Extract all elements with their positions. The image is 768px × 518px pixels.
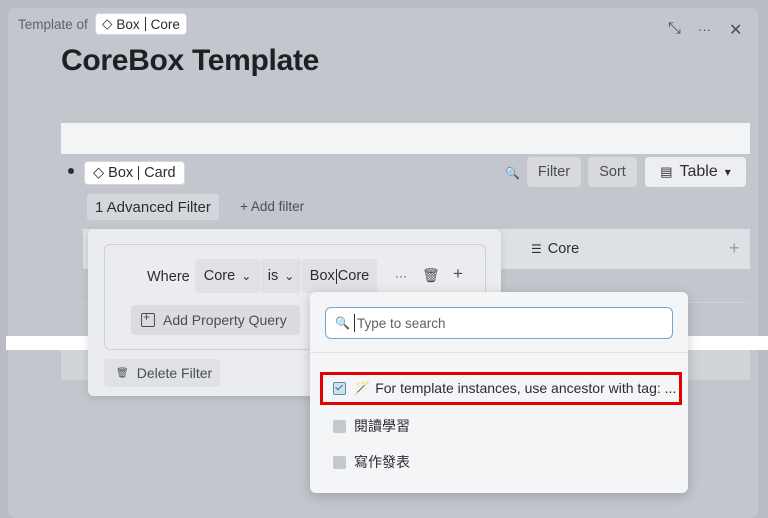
- tag-icon: ◇: [93, 165, 105, 181]
- view-label: Table: [679, 163, 718, 180]
- tag-name-right: Card: [144, 165, 176, 181]
- add-column-icon[interactable]: +: [729, 238, 740, 259]
- column-label: Core: [547, 241, 580, 257]
- view-select-button[interactable]: ▤ Table ▾: [645, 157, 746, 187]
- more-icon[interactable]: ···: [698, 22, 711, 37]
- checkbox[interactable]: [333, 419, 346, 433]
- option-writing-publishing[interactable]: 寫作發表: [333, 452, 410, 472]
- add-filter-button[interactable]: + Add filter: [240, 199, 304, 214]
- dropdown-search[interactable]: 🔍: [325, 307, 673, 339]
- expand-icon[interactable]: ⤡: [668, 20, 681, 38]
- search-icon[interactable]: 🔍: [505, 166, 520, 180]
- delete-filter-label: Delete Filter: [136, 365, 213, 381]
- list-icon: ☰: [531, 242, 542, 256]
- chevron-down-icon: ▾: [724, 165, 731, 179]
- search-input[interactable]: [354, 314, 499, 332]
- add-icon[interactable]: +: [453, 264, 463, 284]
- tag-name-left: Box: [116, 16, 140, 32]
- value-select[interactable]: Box Core: [302, 259, 377, 293]
- chevron-down-icon: ⌄: [241, 269, 252, 283]
- property-label: Core: [203, 268, 236, 284]
- more-icon[interactable]: ···: [395, 269, 407, 283]
- card-tag-chip[interactable]: ◇ Box Card: [84, 161, 185, 185]
- value-right: Core: [337, 268, 370, 284]
- add-property-query-label: Add Property Query: [163, 312, 287, 328]
- tag-name-left: Box: [108, 165, 134, 181]
- delete-filter-button[interactable]: 🗑 Delete Filter: [104, 359, 220, 387]
- filter-button[interactable]: Filter: [527, 157, 581, 187]
- operator-label: is: [267, 268, 279, 284]
- option-reading-learning[interactable]: 閱讀學習: [333, 416, 410, 436]
- sort-button[interactable]: Sort: [588, 157, 637, 187]
- bullet-icon[interactable]: [68, 168, 74, 174]
- chevron-down-icon: ⌄: [284, 269, 295, 283]
- add-box-icon: [141, 310, 155, 327]
- tag-name-right: Core: [150, 16, 180, 32]
- search-icon: 🔍: [335, 316, 350, 330]
- highlight-box: [320, 372, 682, 405]
- option-label: 閱讀學習: [354, 418, 410, 434]
- property-select[interactable]: Core ⌄: [195, 259, 260, 293]
- checkbox[interactable]: [333, 455, 346, 469]
- add-property-query-button[interactable]: Add Property Query: [131, 305, 300, 335]
- trash-icon: 🗑: [116, 367, 129, 379]
- template-of-label: Template of: [18, 17, 88, 32]
- page-title: CoreBox Template: [61, 44, 320, 77]
- option-label: 寫作發表: [354, 454, 410, 470]
- close-icon[interactable]: ✕: [729, 20, 742, 40]
- value-left: Box: [309, 268, 335, 284]
- block-placeholder: [61, 123, 750, 154]
- where-label: Where: [147, 269, 190, 285]
- column-header-core[interactable]: ☰ Core: [531, 241, 579, 257]
- advanced-filter-button[interactable]: 1 Advanced Filter: [87, 194, 219, 220]
- operator-select[interactable]: is ⌄: [261, 259, 301, 293]
- tag-icon: ◇: [102, 16, 113, 31]
- template-tag-chip[interactable]: ◇ Box Core: [95, 13, 187, 35]
- table-icon: ▤: [660, 164, 673, 179]
- trash-icon[interactable]: 🗑: [422, 267, 440, 284]
- dropdown-divider: [310, 352, 688, 353]
